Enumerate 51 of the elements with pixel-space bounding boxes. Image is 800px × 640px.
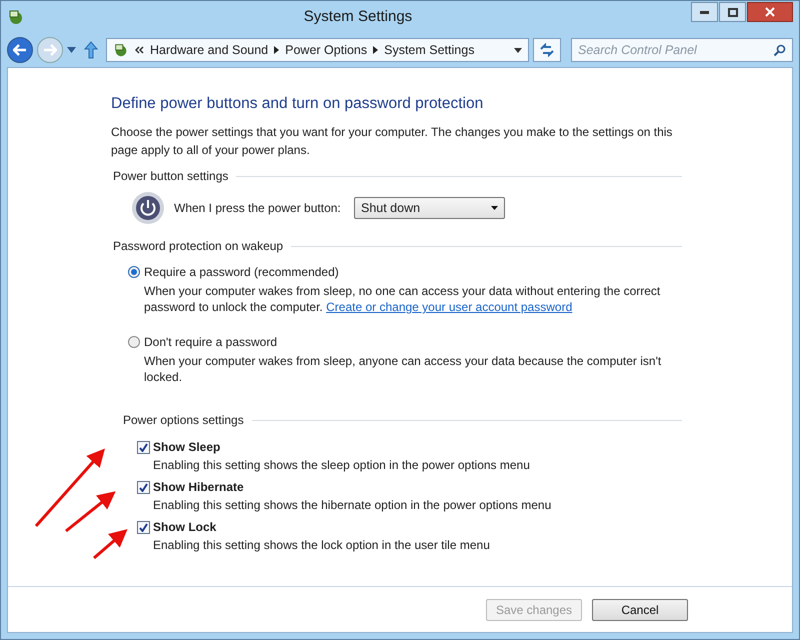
power-button-dropdown[interactable]: Shut down bbox=[354, 197, 505, 220]
breadcrumb-item[interactable]: System Settings bbox=[384, 40, 474, 60]
address-bar[interactable]: Hardware and Sound Power Options System Settings bbox=[106, 38, 529, 62]
maximize-button[interactable] bbox=[719, 2, 746, 22]
back-arrow-icon bbox=[13, 44, 27, 56]
intro-text: Choose the power settings that you want for your computer. The changes you make to the settings on this page apply to all of your power plans. bbox=[111, 124, 674, 160]
breadcrumb-item[interactable]: Hardware and Sound bbox=[150, 40, 268, 60]
search-field[interactable]: Search Control Panel bbox=[571, 38, 793, 62]
option-label[interactable]: Don't require a password bbox=[144, 333, 278, 352]
breadcrumb-item[interactable]: Power Options bbox=[285, 40, 368, 60]
checkbox[interactable] bbox=[137, 480, 150, 494]
close-button[interactable] bbox=[747, 2, 793, 22]
checkbox[interactable] bbox=[137, 440, 150, 454]
separator-icon bbox=[274, 46, 280, 54]
account-password-link[interactable]: Create or change your user account password bbox=[326, 300, 572, 314]
minimize-icon bbox=[700, 10, 709, 14]
chevron-icon bbox=[135, 46, 144, 54]
section-title: Password protection on wakeup bbox=[113, 238, 284, 256]
option-description: When your computer wakes from sleep, anyone can access your data because the computer isn't locked. bbox=[143, 353, 662, 386]
option-label[interactable]: Show Lock bbox=[153, 518, 216, 536]
window-title: System Settings bbox=[304, 8, 412, 25]
checkbox[interactable] bbox=[137, 520, 150, 534]
option-description: Enabling this setting shows the hibernate option in the power options menu bbox=[152, 497, 552, 514]
option-label[interactable]: Require a password (recommended) bbox=[144, 263, 339, 282]
page-heading: Define power buttons and turn on password protection bbox=[111, 94, 484, 114]
option-description: When your computer wakes from sleep, no one can access your data without entering the correct password to unlock the computer. Create or change your user account password bbox=[143, 283, 662, 316]
section-title: Power options settings bbox=[123, 412, 244, 430]
option-label[interactable]: Show Hibernate bbox=[153, 478, 244, 496]
cancel-button[interactable]: Cancel bbox=[592, 598, 688, 620]
caret-icon bbox=[491, 206, 498, 210]
forward-arrow-icon bbox=[43, 44, 57, 56]
power-icon bbox=[131, 191, 165, 226]
option-description: Enabling this setting shows the sleep option in the power options menu bbox=[152, 457, 531, 474]
up-arrow-icon[interactable] bbox=[84, 41, 98, 59]
option-label[interactable]: Show Sleep bbox=[153, 438, 220, 456]
maximize-icon bbox=[728, 8, 738, 16]
option-description: Enabling this setting shows the lock option in the user tile menu bbox=[152, 537, 491, 554]
control-panel-icon bbox=[7, 8, 25, 26]
minimize-button[interactable] bbox=[691, 2, 718, 22]
back-button[interactable] bbox=[7, 37, 33, 63]
radio-button[interactable] bbox=[128, 266, 140, 278]
refresh-button[interactable] bbox=[533, 38, 561, 62]
search-icon bbox=[773, 44, 786, 57]
dropdown-arrow-icon[interactable] bbox=[514, 48, 522, 52]
close-icon bbox=[765, 7, 775, 17]
refresh-icon bbox=[539, 43, 555, 57]
separator-icon bbox=[373, 46, 378, 54]
section-title: Power button settings bbox=[113, 168, 228, 186]
radio-button[interactable] bbox=[128, 336, 140, 348]
control-panel-icon bbox=[113, 42, 129, 58]
field-label: When I press the power button: bbox=[174, 200, 342, 218]
